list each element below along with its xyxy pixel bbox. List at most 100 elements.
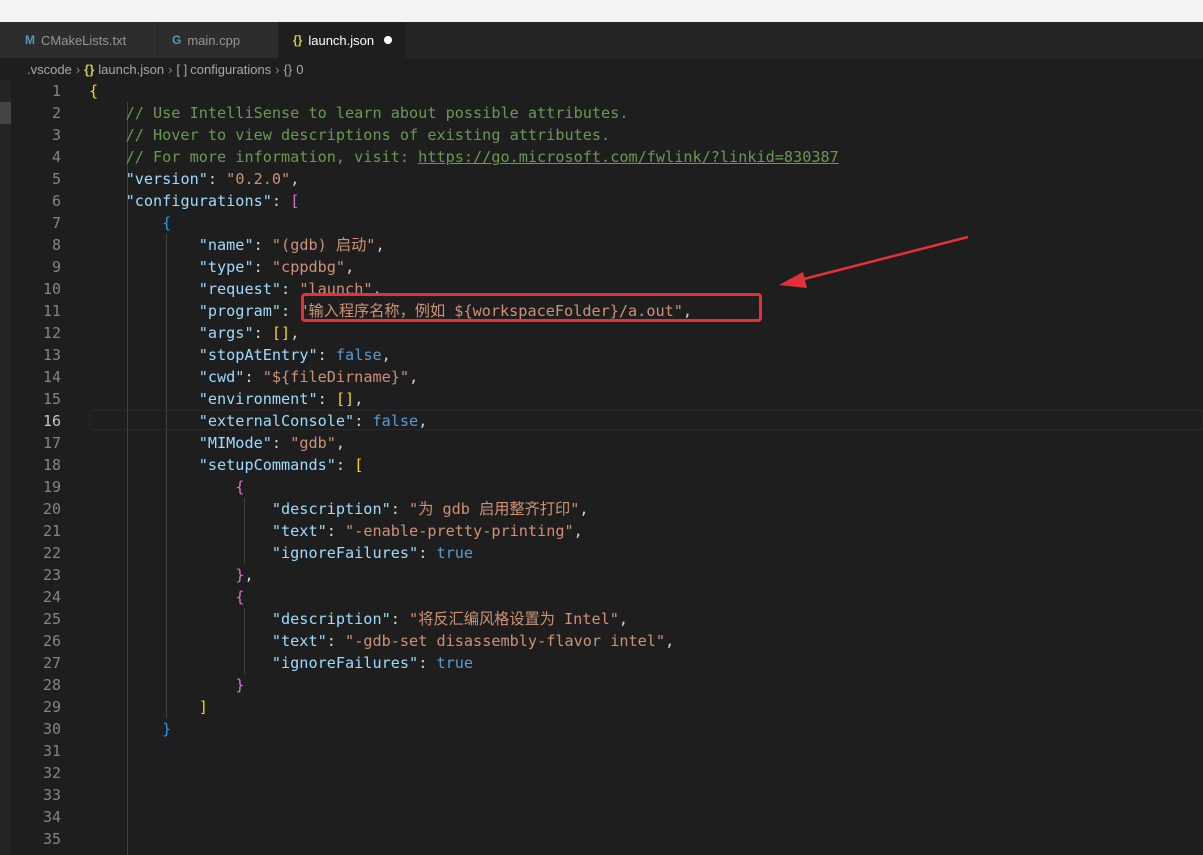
code-line[interactable]: 4 // For more information, visit: https:… [11, 146, 1203, 168]
code-line[interactable]: 2 // Use IntelliSense to learn about pos… [11, 102, 1203, 124]
code-line[interactable]: 29 ] [11, 696, 1203, 718]
breadcrumb-configurations[interactable]: configurations [190, 62, 271, 77]
chevron-right-icon: › [168, 61, 173, 77]
code-token: : [418, 654, 437, 672]
code-token: true [436, 544, 474, 562]
line-code: }, [89, 564, 254, 586]
code-line[interactable]: 24 { [11, 586, 1203, 608]
breadcrumb-folder[interactable]: .vscode [27, 62, 72, 77]
line-number: 32 [42, 764, 61, 782]
code-line[interactable]: 9 "type": "cppdbg", [11, 256, 1203, 278]
code-line[interactable]: 36 [11, 850, 1203, 855]
code-token: "将反汇编风格设置为 Intel" [409, 610, 619, 628]
tab-launch-json[interactable]: {} launch.json [279, 22, 406, 58]
line-code: "environment": [], [89, 388, 364, 410]
line-number: 19 [42, 478, 61, 496]
code-line[interactable]: 15 "environment": [], [11, 388, 1203, 410]
code-line[interactable]: 17 "MIMode": "gdb", [11, 432, 1203, 454]
code-line[interactable]: 3 // Hover to view descriptions of exist… [11, 124, 1203, 146]
code-token[interactable]: https://go.microsoft.com/fwlink/?linkid=… [418, 148, 839, 166]
tab-main-cpp[interactable]: G main.cpp [158, 22, 279, 58]
tab-label: CMakeLists.txt [41, 32, 127, 48]
code-line[interactable]: 7 { [11, 212, 1203, 234]
line-code: "description": "为 gdb 启用整齐打印", [89, 498, 589, 520]
code-line[interactable]: 14 "cwd": "${fileDirname}", [11, 366, 1203, 388]
code-line[interactable]: 32 [11, 762, 1203, 784]
code-line[interactable]: 12 "args": [], [11, 322, 1203, 344]
line-number: 24 [42, 588, 61, 606]
breadcrumb-file[interactable]: launch.json [98, 62, 164, 77]
edge-scroll-thumb[interactable] [0, 102, 11, 124]
code-token: "program" [198, 302, 282, 320]
code-token: : [207, 170, 227, 188]
tab-bar-left-gutter [0, 22, 11, 58]
unsaved-changes-dot-icon[interactable] [384, 36, 393, 44]
code-line[interactable]: 18 "setupCommands": [ [11, 454, 1203, 476]
tab-label: launch.json [308, 32, 375, 48]
code-line[interactable]: 21 "text": "-enable-pretty-printing", [11, 520, 1203, 542]
code-token: "args" [198, 324, 254, 342]
line-number: 6 [51, 192, 61, 210]
code-line[interactable]: 8 "name": "(gdb) 启动", [11, 234, 1203, 256]
code-token: : [390, 500, 410, 518]
code-line[interactable]: 6 "configurations": [ [11, 190, 1203, 212]
code-token: [ [290, 192, 300, 210]
code-line[interactable]: 16 "externalConsole": false, [11, 410, 1203, 432]
line-code: { [89, 212, 171, 234]
line-number: 2 [51, 104, 61, 122]
code-token: "stopAtEntry" [198, 346, 318, 364]
code-line[interactable]: 28 } [11, 674, 1203, 696]
code-line[interactable]: 1{ [11, 80, 1203, 102]
code-line[interactable]: 13 "stopAtEntry": false, [11, 344, 1203, 366]
line-code: } [89, 718, 171, 740]
breadcrumb-object-index[interactable]: 0 [296, 62, 303, 77]
code-token: [] [335, 390, 355, 408]
code-token: false [372, 412, 419, 430]
code-line[interactable]: 27 "ignoreFailures": true [11, 652, 1203, 674]
code-token: { [235, 478, 245, 496]
line-number: 25 [42, 610, 61, 628]
code-token: : [271, 192, 291, 210]
code-line[interactable]: 25 "description": "将反汇编风格设置为 Intel", [11, 608, 1203, 630]
code-token: "name" [198, 236, 254, 254]
code-line[interactable]: 23 }, [11, 564, 1203, 586]
code-line[interactable]: 5 "version": "0.2.0", [11, 168, 1203, 190]
code-token: false [335, 346, 382, 364]
code-token: "description" [271, 610, 391, 628]
code-token: true [436, 654, 474, 672]
line-number: 12 [42, 324, 61, 342]
code-line[interactable]: 35 [11, 828, 1203, 850]
code-line[interactable]: 30 } [11, 718, 1203, 740]
code-editor[interactable]: 1{2 // Use IntelliSense to learn about p… [11, 80, 1203, 855]
code-line[interactable]: 19 { [11, 476, 1203, 498]
line-code: "setupCommands": [ [89, 454, 364, 476]
code-line[interactable]: 22 "ignoreFailures": true [11, 542, 1203, 564]
line-number: 8 [51, 236, 61, 254]
code-token: , [335, 434, 346, 452]
code-token: "-enable-pretty-printing" [345, 522, 574, 540]
code-token: : [271, 434, 291, 452]
code-line[interactable]: 26 "text": "-gdb-set disassembly-flavor … [11, 630, 1203, 652]
code-token: : [326, 632, 346, 650]
tab-cmakelists[interactable]: M CMakeLists.txt [11, 22, 158, 58]
code-token: , [244, 566, 254, 584]
code-line[interactable]: 33 [11, 784, 1203, 806]
cmake-file-icon: M [25, 33, 35, 47]
code-line[interactable]: 31 [11, 740, 1203, 762]
code-token: // Hover to view descriptions of existin… [89, 126, 611, 144]
line-code: // Hover to view descriptions of existin… [89, 124, 611, 146]
code-line[interactable]: 20 "description": "为 gdb 启用整齐打印", [11, 498, 1203, 520]
code-token: "gdb" [290, 434, 336, 452]
code-token: "ignoreFailures" [271, 544, 419, 562]
code-line[interactable]: 34 [11, 806, 1203, 828]
